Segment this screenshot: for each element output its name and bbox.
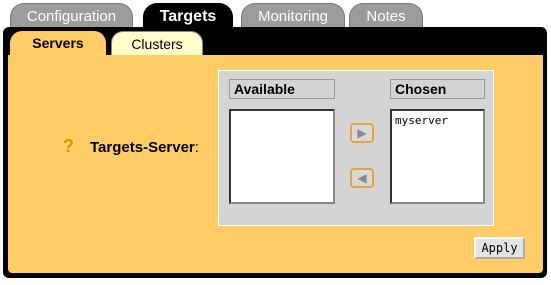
available-header: Available [229, 79, 335, 99]
label-colon: : [194, 139, 199, 156]
tab-monitoring[interactable]: Monitoring [241, 3, 345, 29]
arrow-left-icon: ◀ [357, 171, 367, 185]
targets-server-label: Targets-Server: [90, 139, 199, 156]
arrow-right-icon: ▶ [357, 126, 367, 140]
list-item[interactable]: myserver [395, 114, 480, 127]
targets-server-label-text: Targets-Server [90, 139, 195, 156]
help-icon[interactable]: ? [63, 136, 74, 157]
subtab-clusters[interactable]: Clusters [111, 31, 203, 55]
tab-notes[interactable]: Notes [349, 3, 423, 29]
subtab-servers[interactable]: Servers [10, 31, 106, 55]
apply-button[interactable]: Apply [474, 237, 525, 259]
tab-targets[interactable]: Targets [143, 3, 233, 29]
available-list[interactable] [229, 109, 335, 204]
move-right-button[interactable]: ▶ [350, 123, 374, 143]
tab-configuration[interactable]: Configuration [10, 3, 133, 29]
chosen-header: Chosen [390, 79, 485, 99]
move-left-button[interactable]: ◀ [350, 168, 374, 188]
chosen-list[interactable]: myserver [390, 109, 485, 204]
